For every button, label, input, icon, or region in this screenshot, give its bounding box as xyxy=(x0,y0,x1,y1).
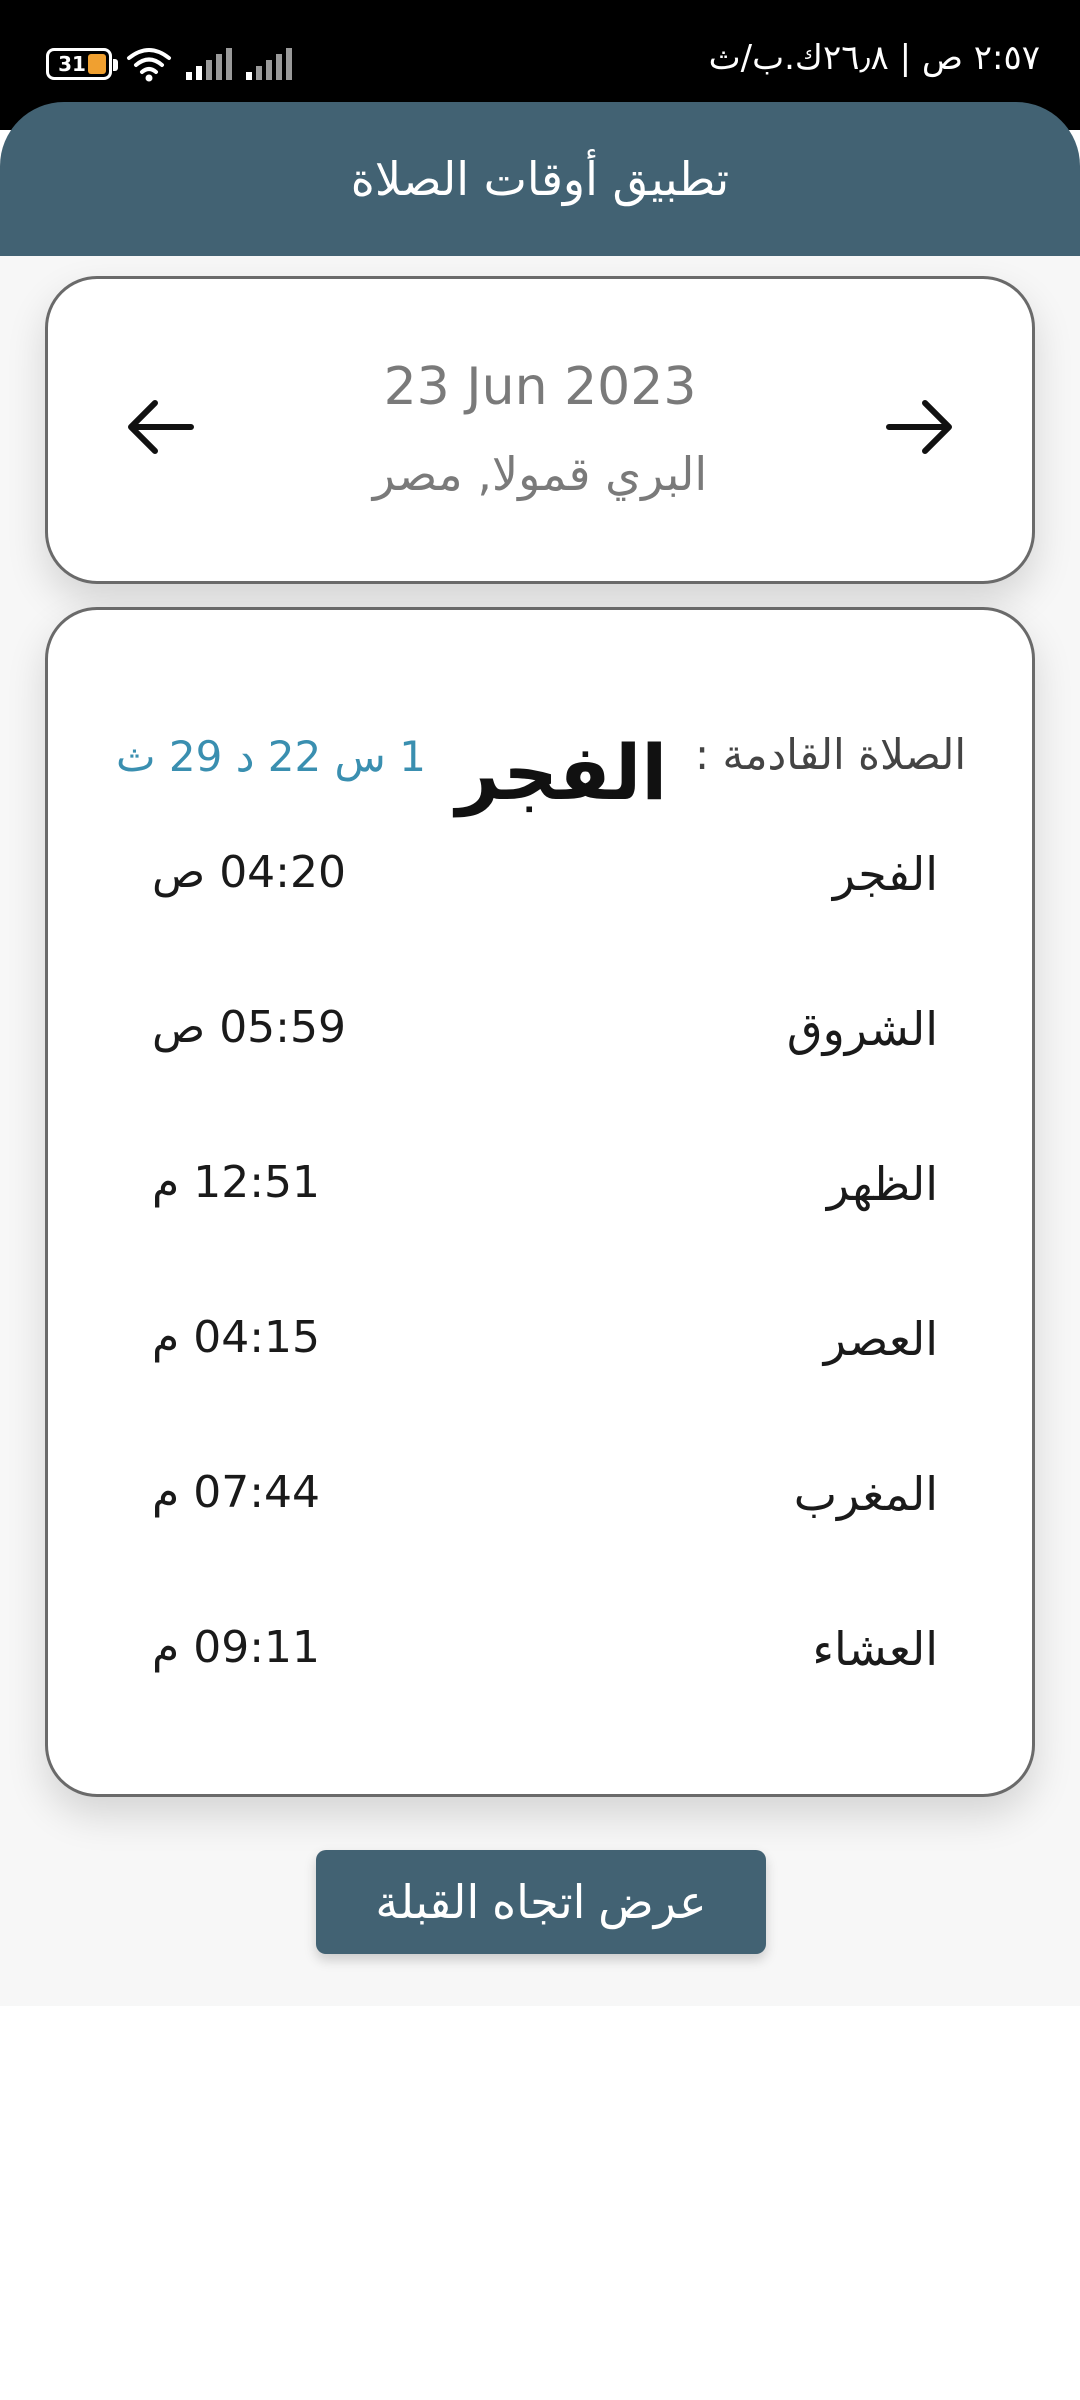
prayer-row-maghrib: المغرب 07:44 م xyxy=(48,1467,1038,1547)
prayer-row-asr: العصر 04:15 م xyxy=(48,1312,1038,1392)
app-title: تطبيق أوقات الصلاة xyxy=(350,152,730,206)
prayer-time: 07:44 م xyxy=(152,1467,321,1518)
arrow-right-icon xyxy=(886,400,952,454)
date-card: 23 Jun 2023 البري قمولا, مصر xyxy=(45,276,1035,584)
status-time: ٢:٥٧ ص | ٢٦٫٨ك.ب/ث xyxy=(708,38,1040,78)
signal-icon xyxy=(246,48,292,80)
next-prayer-countdown: 1 س 22 د 29 ث xyxy=(116,732,426,781)
prayer-time: 05:59 ص xyxy=(152,1002,346,1053)
prayer-name: المغرب xyxy=(793,1467,938,1521)
prayer-time: 12:51 م xyxy=(152,1157,321,1208)
wifi-icon xyxy=(127,48,171,82)
battery-icon: 31 xyxy=(46,48,118,80)
next-prayer-name: الفجر xyxy=(456,728,668,817)
status-icons: 31 xyxy=(46,44,292,84)
next-day-button[interactable] xyxy=(880,387,960,467)
screen: 31 ٢:٥٧ ص | ٢٦٫٨ك.ب/ث تطبيق أوقات الصلاة… xyxy=(0,0,1080,2400)
prayer-time: 04:20 ص xyxy=(152,847,346,898)
battery-level: 31 xyxy=(58,52,86,76)
prayer-row-fajr: الفجر 04:20 ص xyxy=(48,847,1038,927)
app-header: تطبيق أوقات الصلاة xyxy=(0,102,1080,256)
prayer-name: العشاء xyxy=(812,1622,938,1676)
prayer-time: 09:11 م xyxy=(152,1622,321,1673)
prayer-name: الشروق xyxy=(786,1002,938,1056)
prayer-times-card: الصلاة القادمة : الفجر 1 س 22 د 29 ث الف… xyxy=(45,607,1035,1797)
prayer-time: 04:15 م xyxy=(152,1312,321,1363)
prayer-row-sunrise: الشروق 05:59 ص xyxy=(48,1002,1038,1082)
prayer-row-dhuhr: الظهر 12:51 م xyxy=(48,1157,1038,1237)
prayer-row-isha: العشاء 09:11 م xyxy=(48,1622,1038,1702)
prayer-name: الفجر xyxy=(832,847,938,901)
prayer-name: الظهر xyxy=(826,1157,938,1211)
signal-icon xyxy=(186,48,232,80)
prayer-name: العصر xyxy=(823,1312,938,1366)
qibla-direction-button[interactable]: عرض اتجاه القبلة xyxy=(316,1850,766,1954)
next-prayer-label: الصلاة القادمة : xyxy=(694,730,966,779)
